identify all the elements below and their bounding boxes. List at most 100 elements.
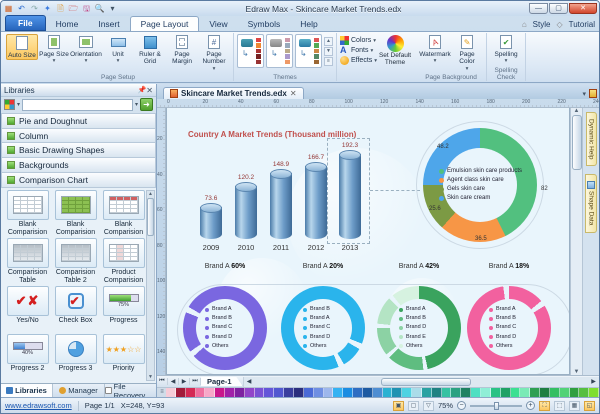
palette-swatch[interactable] [245,388,255,397]
tab-home[interactable]: Home [46,17,89,31]
shape-blank-comparison-3[interactable]: Blank Comparision [101,190,146,237]
tab-page-layout[interactable]: Page Layout [130,16,200,31]
bar-2009[interactable] [200,207,222,239]
palette-swatch[interactable] [402,388,412,397]
palette-swatch[interactable] [255,388,265,397]
palette-swatch[interactable] [471,388,481,397]
shape-yes-no[interactable]: ✔✘Yes/No [5,286,50,333]
library-category-basic-drawing[interactable]: Basic Drawing Shapes [1,142,156,157]
tab-help[interactable]: Help [290,17,327,31]
shape-priority[interactable]: ★★★☆☆Priority [101,334,146,381]
page-number-button[interactable]: # Page Number ▾ [198,34,230,72]
palette-swatch[interactable] [186,388,196,397]
palette-swatch[interactable] [422,388,432,397]
zoom-in-button[interactable]: + [526,401,535,410]
palette-swatch[interactable] [451,388,461,397]
minimize-button[interactable]: — [529,3,548,14]
palette-swatch[interactable] [304,388,314,397]
spelling-button[interactable]: ✔ Spelling ▾ [490,34,522,64]
tab-list-dropdown-icon[interactable]: ▾ [582,90,586,98]
palette-swatch[interactable] [284,388,294,397]
palette-swatch[interactable] [579,388,589,397]
tab-shape-data[interactable]: Shape Data [585,174,597,232]
undo-icon[interactable]: ↶ [16,4,27,14]
palette-swatch[interactable] [560,388,570,397]
palette-swatch[interactable] [235,388,245,397]
library-category-column[interactable]: Column [1,128,156,143]
palette-swatch[interactable] [314,388,324,397]
palette-swatch[interactable] [205,388,215,397]
palette-swatch[interactable] [176,388,186,397]
fonts-button[interactable]: AFonts▾ [340,46,377,55]
tab-file[interactable]: File [5,15,46,31]
new-doc-icon[interactable]: 🗎 [55,4,66,14]
palette-swatch[interactable] [540,388,550,397]
palette-swatch[interactable] [343,388,353,397]
palette-menu-icon[interactable]: ≡ [158,388,166,397]
new-page-icon[interactable] [589,89,597,98]
last-page-button[interactable]: ⏭ [190,378,201,385]
update-icon[interactable]: ✦ [42,4,53,14]
pan-zoom-button[interactable]: ▽ [423,401,434,411]
theme-preview-3[interactable]: ↳ [295,34,322,68]
save-icon[interactable]: 🖫 [81,4,92,14]
panel-tab-file-recovery[interactable]: File Recovery [105,384,156,397]
palette-swatch[interactable] [373,388,383,397]
document-close-icon[interactable]: ✕ [290,89,297,98]
palette-swatch[interactable] [383,388,393,397]
palette-swatch[interactable] [294,388,304,397]
tutorial-menu[interactable]: Tutorial [569,20,595,29]
zoom-out-button[interactable]: − [457,401,466,410]
shape-product-comparison[interactable]: Product Comparision [101,238,146,285]
open-doc-icon[interactable]: 🗁 [68,4,79,14]
shape-check-box[interactable]: ✔Check Box [53,286,98,333]
palette-swatch[interactable] [481,388,491,397]
palette-swatch[interactable] [461,388,471,397]
sidebar-scrollbar[interactable]: ▲▼ [146,190,155,381]
orientation-button[interactable]: Orientation ▾ [70,34,102,64]
library-category-backgrounds[interactable]: Backgrounds [1,157,156,172]
effects-button[interactable]: Effects▾ [340,56,377,65]
palette-swatch[interactable] [264,388,274,397]
library-search-input[interactable] [22,99,133,111]
ruler-grid-button[interactable]: Ruler & Grid [134,34,166,66]
close-button[interactable]: ✕ [569,3,597,14]
library-category-comparison-chart[interactable]: Comparison Chart [1,172,156,187]
palette-swatch[interactable] [491,388,501,397]
palette-swatch[interactable] [570,388,580,397]
drawing-canvas[interactable]: Country A Market Trends (Thousand millio… [166,108,570,375]
palette-swatch[interactable] [530,388,540,397]
palette-swatch[interactable] [225,388,235,397]
tab-dynamic-help[interactable]: Dynamic Help [586,112,597,166]
library-category-pie-doughnut[interactable]: Pie and Doughnut [1,113,156,128]
qat-dropdown-icon[interactable]: ▾ [107,4,118,14]
set-default-theme-button[interactable]: Set Default Theme [377,34,413,67]
bar-2011[interactable] [270,173,292,239]
pin-icon[interactable]: 📌 [138,86,147,94]
shape-comparison-table[interactable]: Comparision Table [5,238,50,285]
palette-swatch[interactable] [274,388,284,397]
panel-tab-libraries[interactable]: Libraries [1,384,53,397]
panel-tab-manager[interactable]: Manager [53,384,105,397]
shape-blank-comparison-1[interactable]: Blank Comparision [5,190,50,237]
fit-width-button[interactable]: ⬚ [554,401,565,411]
horizontal-scrollbar[interactable]: ◀ ▶ [243,377,599,387]
style-menu[interactable]: Style [533,20,551,29]
unit-button[interactable]: Unit ▾ [102,34,134,64]
grid-toggle-button[interactable]: ▦ [569,401,580,411]
palette-swatch[interactable] [501,388,511,397]
watermark-button[interactable]: A Watermark ▾ [419,34,451,64]
shape-progress[interactable]: 75%Progress [101,286,146,333]
palette-swatch[interactable] [392,388,402,397]
search-go-button[interactable]: ➜ [140,98,153,111]
palette-swatch[interactable] [589,388,599,397]
document-tab[interactable]: Skincare Market Trends.edx ✕ [163,87,304,99]
vertical-scrollbar[interactable]: ▲▼ [570,108,582,375]
auto-size-button[interactable]: Auto Size [6,34,38,60]
library-select-icon[interactable] [4,99,15,110]
palette-swatch[interactable] [432,388,442,397]
theme-scroll-buttons[interactable]: ▲▼≡ [324,37,333,66]
search-dropdown-icon[interactable]: ▾ [135,101,138,108]
zoom-slider[interactable] [470,405,522,407]
palette-swatch[interactable] [442,388,452,397]
